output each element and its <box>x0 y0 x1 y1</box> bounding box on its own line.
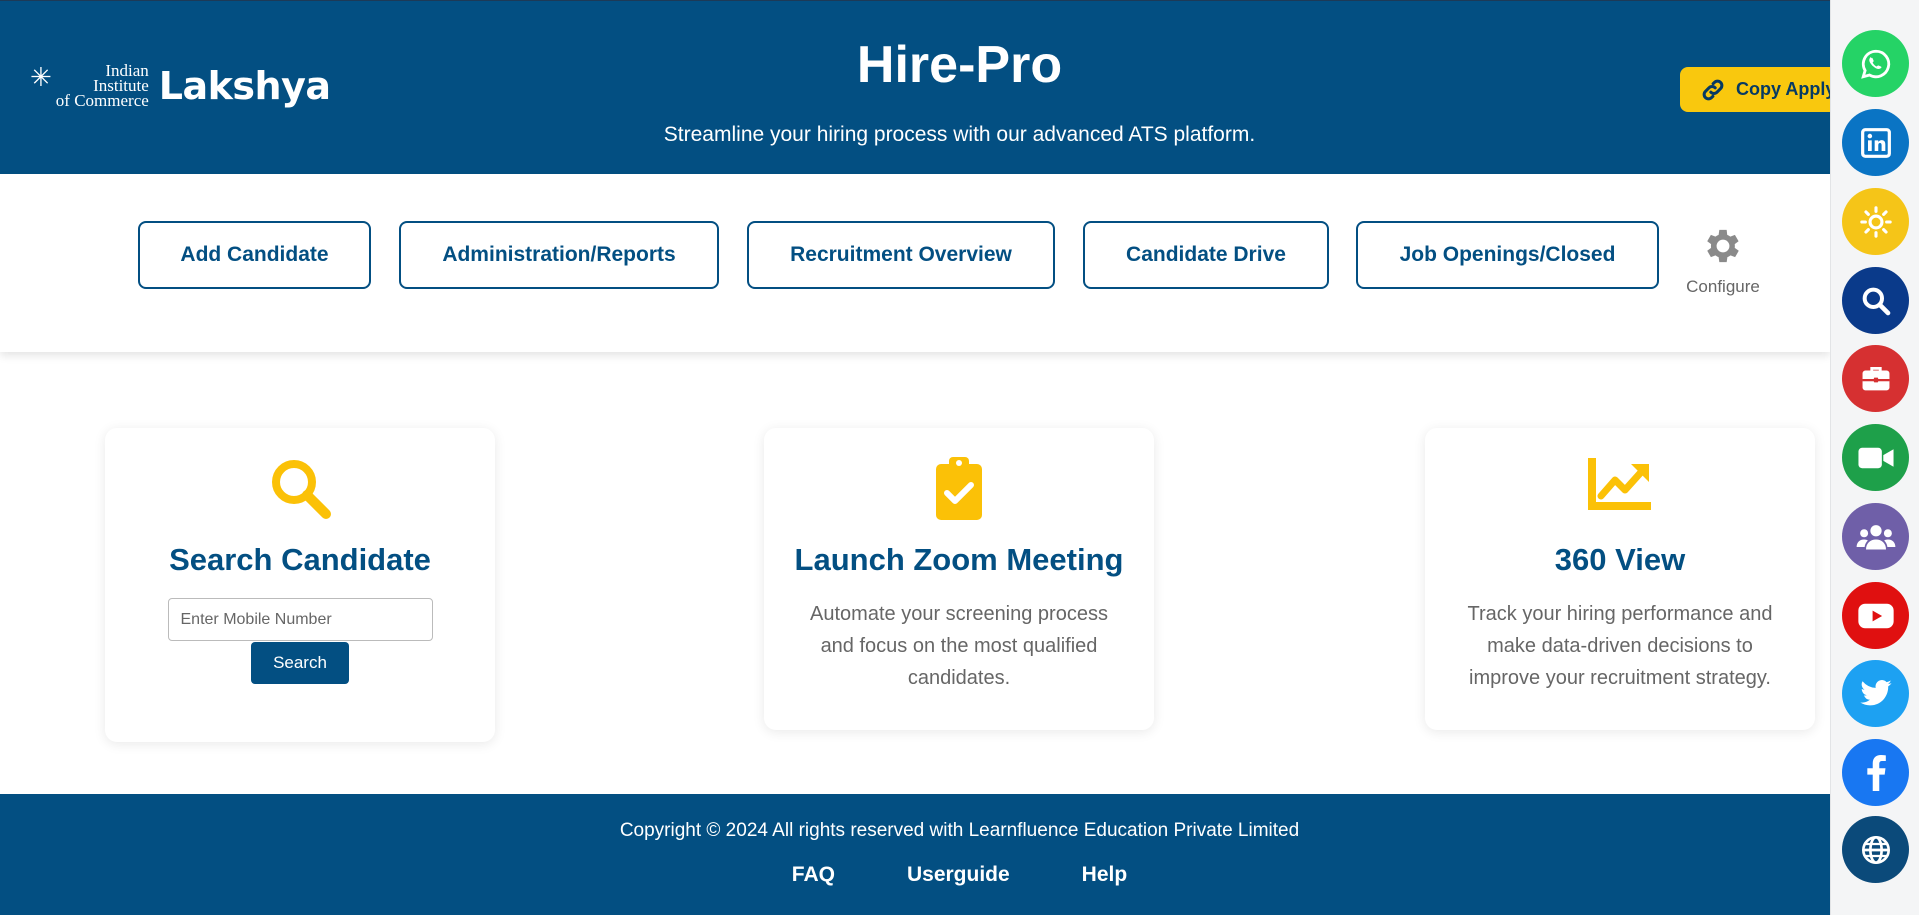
360-view-card[interactable]: 360 View Track your hiring performance a… <box>1425 428 1815 730</box>
page: ✳ Indian Institute of Commerce Lakshya H… <box>0 0 1840 915</box>
search-candidate-title: Search Candidate <box>169 542 431 577</box>
globe-icon <box>1861 835 1890 864</box>
link-icon <box>1702 79 1724 100</box>
linkedin-button[interactable] <box>1842 109 1909 176</box>
search-button[interactable]: Search <box>251 642 349 684</box>
recruitment-overview-button[interactable]: Recruitment Overview <box>747 221 1055 289</box>
launch-zoom-meeting-card[interactable]: Launch Zoom Meeting Automate your screen… <box>764 428 1154 730</box>
card-icon <box>1425 456 1815 520</box>
website-button[interactable] <box>1842 816 1909 883</box>
launch-zoom-meeting-title: Launch Zoom Meeting <box>794 542 1124 577</box>
search-icon <box>272 460 331 519</box>
candidate-drive-button[interactable]: Candidate Drive <box>1083 221 1329 289</box>
footer: Copyright © 2024 All rights reserved wit… <box>0 794 1830 915</box>
nav-bar: Add Candidate Administration/Reports Rec… <box>0 174 1830 352</box>
job-openings-closed-button[interactable]: Job Openings/Closed <box>1356 221 1659 289</box>
twitter-button[interactable] <box>1842 660 1909 727</box>
video-icon <box>1857 447 1894 468</box>
search-candidate-card: Search Candidate Search <box>105 428 495 742</box>
community-button[interactable] <box>1842 503 1909 570</box>
social-sidebar <box>1830 0 1919 915</box>
chart-line-icon <box>1588 458 1651 510</box>
briefcase-icon <box>1862 366 1889 390</box>
linkedin-icon <box>1860 127 1891 158</box>
sun-icon <box>1859 205 1892 238</box>
faq-link[interactable]: FAQ <box>792 863 835 887</box>
users-icon <box>1856 524 1895 549</box>
youtube-icon <box>1857 603 1894 628</box>
launch-zoom-meeting-description: Automate your screening process and focu… <box>810 603 1108 689</box>
360-view-description: Track your hiring performance and make d… <box>1467 603 1773 689</box>
whatsapp-icon <box>1860 49 1890 79</box>
header: ✳ Indian Institute of Commerce Lakshya H… <box>0 0 1840 174</box>
video-meeting-button[interactable] <box>1842 424 1909 491</box>
page-title: Hire-Pro <box>856 36 1063 94</box>
360-view-title: 360 View <box>1554 542 1686 577</box>
help-link[interactable]: Help <box>1082 863 1128 887</box>
twitter-icon <box>1859 679 1892 705</box>
theme-toggle-button[interactable] <box>1842 188 1909 255</box>
facebook-icon <box>1866 754 1886 791</box>
configure-label: Configure <box>1686 277 1760 296</box>
clipboard-check-icon <box>936 457 982 520</box>
footer-links: FAQ Userguide Help <box>0 863 1919 887</box>
footer-copyright: Copyright © 2024 All rights reserved wit… <box>619 820 1300 841</box>
card-icon <box>105 456 495 520</box>
add-candidate-button[interactable]: Add Candidate <box>138 221 371 289</box>
administration-reports-button[interactable]: Administration/Reports <box>399 221 719 289</box>
copy-apply-link-label: Copy Apply Link <box>1736 79 1840 99</box>
whatsapp-button[interactable] <box>1842 30 1909 97</box>
search-icon <box>1862 287 1890 315</box>
userguide-link[interactable]: Userguide <box>907 863 1010 887</box>
gear-icon <box>1707 229 1739 263</box>
facebook-button[interactable] <box>1842 739 1909 806</box>
jobs-button[interactable] <box>1842 345 1909 412</box>
iic-logo-line: of Commerce <box>55 91 149 110</box>
configure-button[interactable]: Configure <box>1680 224 1766 297</box>
mobile-number-input[interactable] <box>167 598 433 641</box>
card-icon <box>764 456 1154 520</box>
youtube-button[interactable] <box>1842 582 1909 649</box>
copy-apply-link-button[interactable]: Copy Apply Link <box>1680 67 1840 112</box>
page-subtitle: Streamline your hiring process with our … <box>663 123 1256 146</box>
search-side-button[interactable] <box>1842 267 1909 334</box>
